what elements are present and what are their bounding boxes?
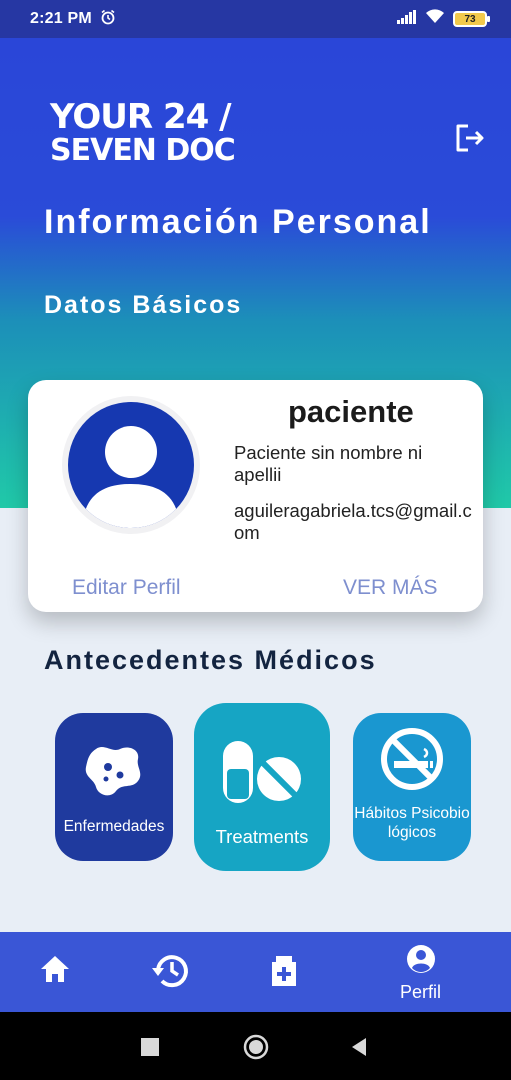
status-time: 2:21 PM	[30, 10, 92, 27]
nav-medical-add[interactable]	[266, 954, 302, 993]
page-title: Información Personal	[44, 203, 432, 241]
habits-label: Hábitos Psicobiológicos	[354, 805, 470, 842]
recent-apps-icon[interactable]	[141, 1038, 159, 1061]
treatments-label: Treatments	[215, 826, 309, 847]
nav-home[interactable]	[38, 954, 72, 989]
app-logo: YOUR 24 / SEVEN DOC	[50, 97, 236, 168]
logo-line-1: YOUR 24 /	[50, 97, 232, 137]
edit-profile-link[interactable]: Editar Perfil	[72, 576, 181, 600]
profile-card: paciente Paciente sin nombre ni apellii …	[28, 380, 483, 612]
battery-level: 73	[464, 13, 476, 25]
status-bar: 2:21 PM 73	[0, 0, 511, 38]
alarm-icon	[100, 9, 116, 30]
profile-email: aguileragabriela.tcs@gmail.com	[234, 500, 472, 544]
medical-add-icon	[266, 954, 302, 993]
home-icon	[38, 954, 72, 989]
see-more-link[interactable]: VER MÁS	[343, 576, 438, 600]
profile-icon	[406, 944, 436, 979]
back-icon[interactable]	[350, 1037, 368, 1062]
logo-line-2: SEVEN DOC	[50, 133, 236, 168]
history-icon	[150, 952, 190, 995]
logout-icon	[454, 123, 486, 158]
signal-icon	[397, 9, 417, 29]
virus-icon	[82, 743, 146, 804]
no-smoking-icon	[380, 727, 444, 796]
wifi-icon	[425, 9, 445, 29]
nav-profile[interactable]: Perfil	[400, 944, 441, 1003]
diseases-label: Enfermedades	[63, 818, 165, 835]
system-navigation-bar	[0, 1012, 511, 1080]
avatar-icon	[68, 402, 194, 528]
pills-icon	[221, 739, 303, 810]
diseases-button[interactable]: Enfermedades	[55, 713, 173, 861]
section-subtitle: Datos Básicos	[44, 291, 243, 319]
nav-history[interactable]	[150, 952, 190, 995]
battery-icon: 73	[453, 11, 490, 27]
nav-profile-label: Perfil	[400, 982, 442, 1002]
habits-button[interactable]: Hábitos Psicobiológicos	[353, 713, 471, 861]
profile-role: paciente	[288, 394, 414, 429]
bottom-navigation: Perfil	[0, 932, 511, 1012]
home-circle-icon[interactable]	[243, 1034, 269, 1065]
logout-button[interactable]	[452, 122, 488, 158]
avatar	[62, 396, 200, 534]
medical-history-title: Antecedentes Médicos	[44, 645, 377, 675]
treatments-button[interactable]: Treatments	[194, 703, 330, 871]
profile-name: Paciente sin nombre ni apellii	[234, 442, 423, 486]
